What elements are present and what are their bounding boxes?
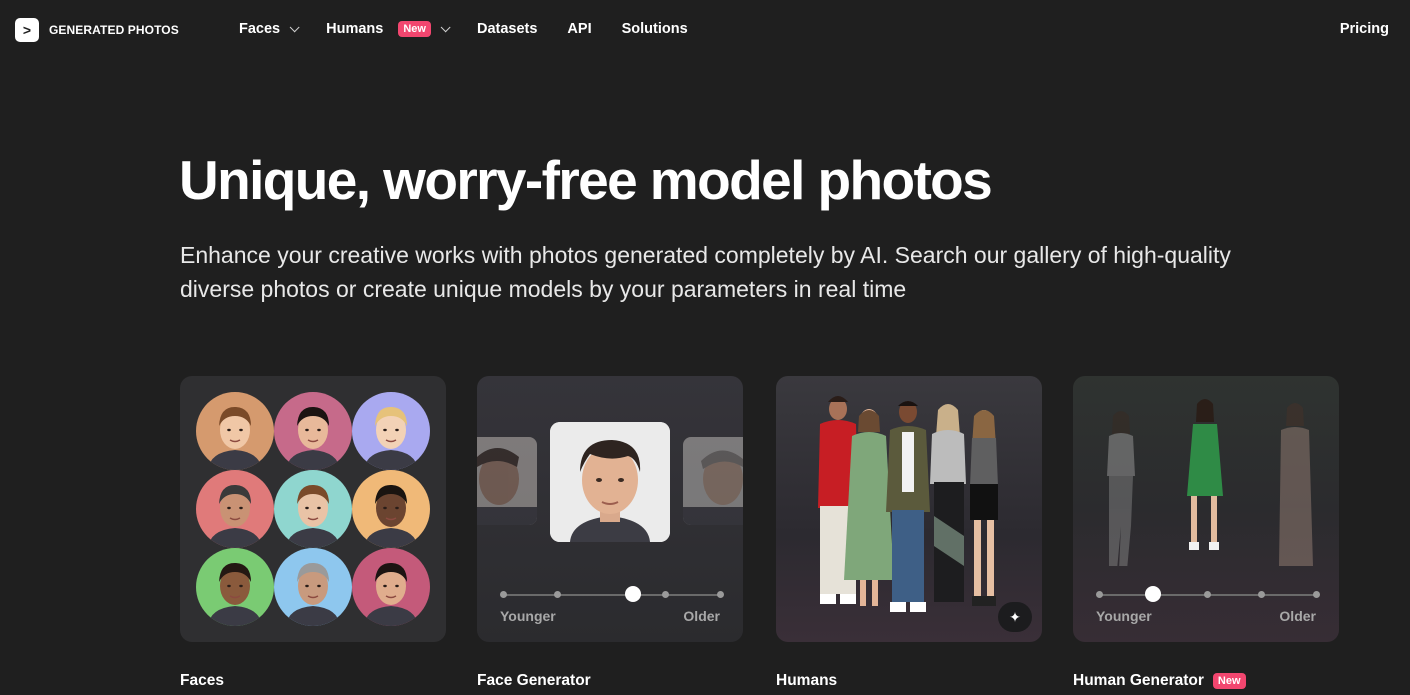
slider-dot xyxy=(717,591,724,598)
brand-logo[interactable]: > GENERATED PHOTOS xyxy=(15,18,179,42)
human-generator-image xyxy=(1107,399,1313,570)
slider-dot xyxy=(1096,591,1103,598)
face-thumbnail[interactable] xyxy=(274,470,352,548)
age-slider[interactable] xyxy=(500,586,724,602)
slider-min-label: Younger xyxy=(1096,608,1152,624)
face-thumbnail[interactable] xyxy=(196,470,274,548)
human-generator-card[interactable]: Younger Older xyxy=(1073,376,1339,642)
nav-label: Solutions xyxy=(621,21,688,37)
slider-max-label: Older xyxy=(1279,608,1316,624)
slider-dot xyxy=(1204,591,1211,598)
top-navigation: > GENERATED PHOTOS Faces Humans New Data… xyxy=(0,0,1410,60)
nav-item-api[interactable]: API xyxy=(567,21,591,37)
chevron-down-icon xyxy=(289,21,300,32)
nav-label: Humans xyxy=(326,21,384,37)
face-thumbnail[interactable] xyxy=(352,470,430,548)
faces-card[interactable] xyxy=(180,376,446,642)
card-title-label: Human Generator xyxy=(1073,672,1204,689)
face-thumbnail[interactable] xyxy=(352,392,430,470)
slider-dot xyxy=(1258,591,1265,598)
nav-item-solutions[interactable]: Solutions xyxy=(622,21,688,37)
face-thumbnail[interactable] xyxy=(352,548,430,626)
slider-knob[interactable] xyxy=(1144,586,1161,602)
new-badge: New xyxy=(398,21,431,37)
age-slider[interactable] xyxy=(1096,586,1320,602)
nav-label: API xyxy=(567,21,592,37)
face-thumbnail[interactable] xyxy=(274,548,352,626)
face-generator-card[interactable]: Younger Older xyxy=(477,376,743,642)
hero-subtitle: Enhance your creative works with photos … xyxy=(180,242,1231,302)
slider-dot xyxy=(500,591,507,598)
logo-icon: > xyxy=(15,18,39,42)
card-title-humans[interactable]: Humans xyxy=(776,672,837,690)
slider-dot xyxy=(554,591,561,598)
brand-name: GENERATED PHOTOS xyxy=(49,23,179,37)
slider-dot xyxy=(1313,591,1320,598)
face-thumbnail[interactable] xyxy=(196,548,274,626)
humans-group-image xyxy=(818,396,998,612)
slider-min-label: Younger xyxy=(500,608,556,624)
pricing-link[interactable]: Pricing xyxy=(1340,21,1389,37)
nav-item-datasets[interactable]: Datasets xyxy=(477,21,537,37)
generated-face-image xyxy=(550,422,670,542)
slider-knob[interactable] xyxy=(625,586,642,602)
slider-max-label: Older xyxy=(683,608,720,624)
humans-card[interactable]: ✦ xyxy=(776,376,1042,642)
face-thumbnail[interactable] xyxy=(196,392,274,470)
nav-label: Faces xyxy=(239,21,281,37)
card-title-human-generator[interactable]: Human Generator New xyxy=(1073,672,1246,690)
card-title-face-generator[interactable]: Face Generator xyxy=(477,672,591,690)
nav-item-faces[interactable]: Faces xyxy=(239,21,300,37)
card-title-faces[interactable]: Faces xyxy=(180,672,224,690)
new-badge: New xyxy=(1212,673,1246,689)
side-face-image xyxy=(477,437,537,525)
chevron-down-icon xyxy=(440,21,451,32)
main-nav: Faces Humans New Datasets API Solutions xyxy=(239,21,718,37)
slider-dot xyxy=(662,591,669,598)
magic-wand-icon[interactable]: ✦ xyxy=(998,602,1032,632)
face-thumbnail[interactable] xyxy=(274,392,352,470)
hero-title: Unique, worry-free model photos xyxy=(179,149,993,211)
side-face-image xyxy=(683,437,743,525)
nav-item-humans[interactable]: Humans New xyxy=(326,21,451,37)
nav-label: Datasets xyxy=(476,21,538,37)
